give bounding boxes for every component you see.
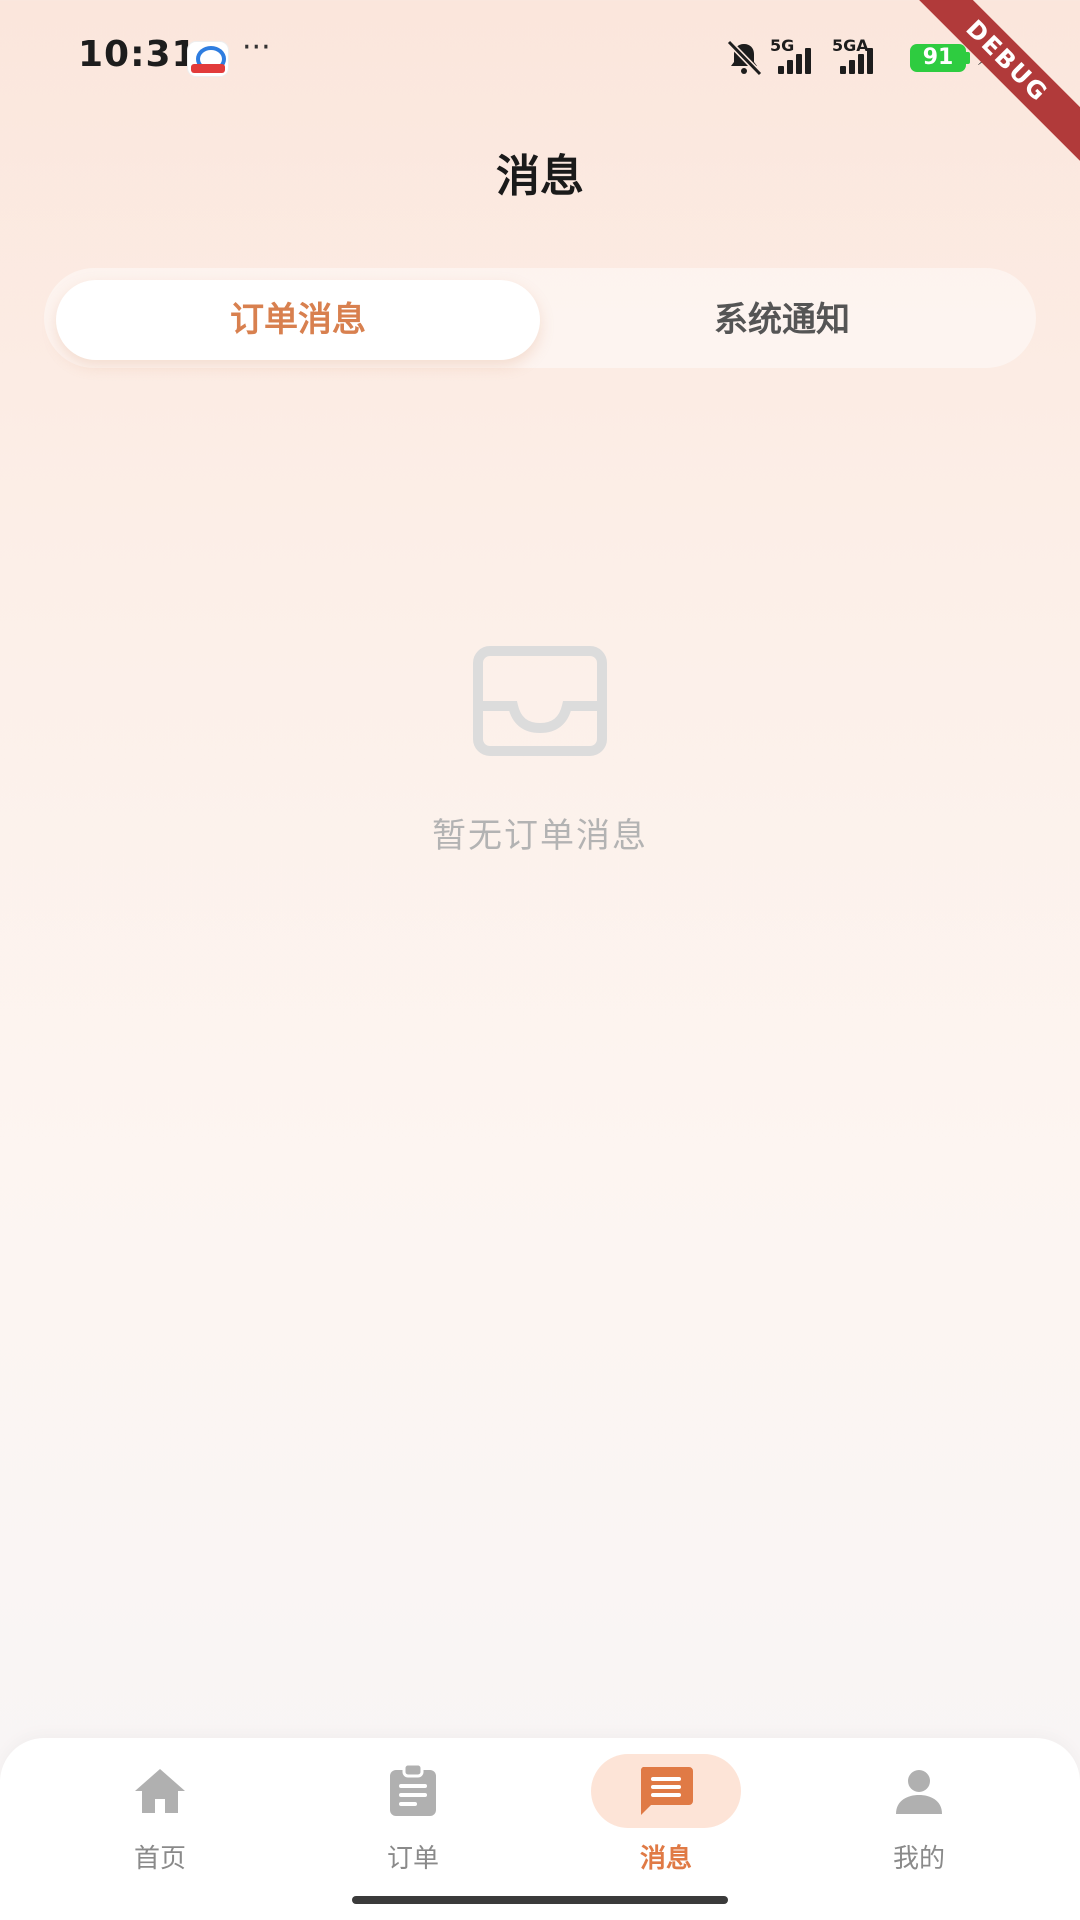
clipboard-icon bbox=[390, 1764, 436, 1816]
inbox-icon bbox=[473, 646, 607, 756]
nav-item-profile[interactable]: 我的 bbox=[844, 1754, 994, 1874]
bottom-navigation: 首页 订单 消息 我的 bbox=[0, 1738, 1080, 1920]
nav-item-home[interactable]: 首页 bbox=[85, 1754, 235, 1874]
tab-order-messages[interactable]: 订单消息 bbox=[56, 280, 540, 360]
app-notification-icon bbox=[188, 42, 228, 76]
battery-level: 91 bbox=[910, 44, 966, 72]
bell-off-icon bbox=[726, 39, 763, 77]
person-icon bbox=[896, 1770, 942, 1814]
status-bar: 10:31 ··· 5G 5GA 91 ⚡ DEBUG bbox=[0, 0, 1080, 170]
more-notifications-icon: ··· bbox=[242, 30, 271, 65]
home-indicator[interactable] bbox=[352, 1896, 728, 1904]
battery-tip bbox=[966, 52, 970, 64]
nav-item-messages[interactable]: 消息 bbox=[591, 1754, 741, 1874]
page-title: 消息 bbox=[496, 151, 584, 202]
cellular-signal-icon-2: 5GA bbox=[832, 36, 894, 76]
message-icon bbox=[640, 1767, 693, 1815]
cellular-signal-icon: 5G bbox=[770, 36, 832, 76]
nav-item-orders[interactable]: 订单 bbox=[338, 1754, 488, 1874]
message-type-tabs: 订单消息 系统通知 bbox=[44, 268, 1036, 368]
status-time: 10:31 bbox=[78, 34, 198, 75]
nav-label-messages: 消息 bbox=[639, 1844, 692, 1874]
tab-system-notifications[interactable]: 系统通知 bbox=[540, 280, 1024, 360]
nav-label-home: 首页 bbox=[133, 1844, 186, 1874]
nav-label-profile: 我的 bbox=[892, 1844, 945, 1874]
home-icon bbox=[135, 1769, 185, 1813]
empty-state-text: 暂无订单消息 bbox=[432, 816, 648, 856]
nav-label-orders: 订单 bbox=[386, 1844, 439, 1874]
